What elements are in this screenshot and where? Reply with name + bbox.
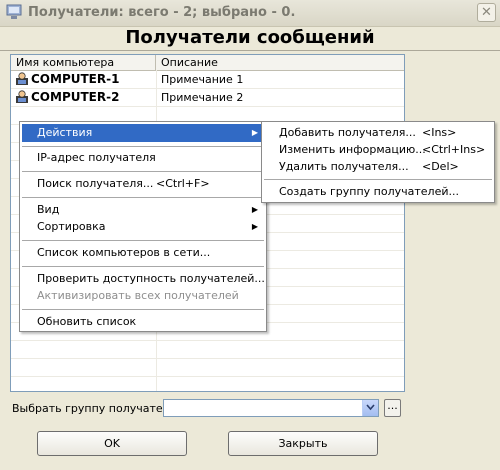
menu-item-label: IP-адрес получателя <box>37 151 156 164</box>
menu-item-actions[interactable]: Действия ▶ <box>22 124 264 142</box>
submenu-arrow-icon: ▶ <box>251 128 258 137</box>
column-header-description[interactable]: Описание <box>156 55 404 70</box>
description-cell: Примечание 2 <box>161 91 244 104</box>
menu-item-label: Проверить доступность получателей... <box>37 272 265 285</box>
column-header-computer-name[interactable]: Имя компьютера <box>11 55 156 70</box>
menu-item-view[interactable]: Вид ▶ <box>22 201 264 219</box>
close-icon: ✕ <box>481 5 492 20</box>
menu-item-label: Активизировать всех получателей <box>37 289 239 302</box>
chevron-down-icon <box>366 404 375 411</box>
submenu-arrow-icon: ▶ <box>251 205 258 214</box>
group-select-label: Выбрать группу получателей: <box>12 402 188 415</box>
menu-item-edit-info[interactable]: Изменить информацию... <Ctrl+Ins> <box>264 141 492 159</box>
grid-line <box>11 340 404 341</box>
menu-separator <box>22 266 264 267</box>
submenu-arrow-icon: ▶ <box>251 222 258 231</box>
actions-submenu: Добавить получателя... <Ins> Изменить ин… <box>261 121 495 203</box>
close-window-button[interactable]: ✕ <box>477 3 496 22</box>
list-header: Имя компьютера Описание <box>11 55 404 71</box>
context-menu: Действия ▶ IP-адрес получателя Поиск пол… <box>19 121 267 332</box>
group-select[interactable] <box>163 399 379 417</box>
title-bar: Получатели: всего - 2; выбрано - 0. ✕ <box>0 0 500 27</box>
menu-item-refresh-list[interactable]: Обновить список <box>22 313 264 331</box>
menu-item-label: Добавить получателя... <box>279 126 416 139</box>
menu-item-label: Вид <box>37 203 60 216</box>
grid-line <box>11 376 404 377</box>
app-icon <box>6 4 22 20</box>
menu-separator <box>22 197 264 198</box>
menu-item-label: Действия <box>37 126 93 139</box>
menu-item-shortcut: <Ctrl+F> <box>156 177 210 190</box>
menu-item-label: Обновить список <box>37 315 137 328</box>
menu-separator <box>22 240 264 241</box>
menu-item-network-computers[interactable]: Список компьютеров в сети... <box>22 244 264 262</box>
computer-name: COMPUTER-1 <box>31 72 120 86</box>
menu-separator <box>22 146 264 147</box>
menu-item-sort[interactable]: Сортировка ▶ <box>22 218 264 236</box>
menu-item-label: Удалить получателя... <box>279 160 409 173</box>
menu-separator <box>264 179 492 180</box>
close-button[interactable]: Закрыть <box>228 431 378 456</box>
menu-item-label: Сортировка <box>37 220 106 233</box>
menu-item-delete-recipient[interactable]: Удалить получателя... <Del> <box>264 158 492 176</box>
description-cell: Примечание 1 <box>161 73 244 86</box>
menu-item-label: Поиск получателя... <box>37 177 154 190</box>
menu-item-add-recipient[interactable]: Добавить получателя... <Ins> <box>264 124 492 142</box>
computer-name-cell: COMPUTER-1 <box>15 71 119 88</box>
menu-item-label: Список компьютеров в сети... <box>37 246 211 259</box>
table-row[interactable]: COMPUTER-2 Примечание 2 <box>11 89 404 107</box>
menu-item-activate-all: Активизировать всех получателей <box>22 287 264 305</box>
menu-separator <box>22 171 264 172</box>
menu-item-label: Изменить информацию... <box>279 143 426 156</box>
menu-item-shortcut: <Del> <box>422 160 459 173</box>
menu-item-label: Создать группу получателей... <box>279 185 459 198</box>
menu-separator <box>22 309 264 310</box>
window-title: Получатели: всего - 2; выбрано - 0. <box>28 5 296 20</box>
menu-item-find-recipient[interactable]: Поиск получателя... <Ctrl+F> <box>22 175 264 193</box>
group-dropdown-button[interactable] <box>362 400 378 416</box>
user-computer-icon <box>15 72 29 86</box>
ok-button[interactable]: OK <box>37 431 187 456</box>
menu-item-recipient-ip[interactable]: IP-адрес получателя <box>22 149 264 167</box>
grid-line <box>11 358 404 359</box>
page-title: Получатели сообщений <box>0 26 500 51</box>
menu-item-create-group[interactable]: Создать группу получателей... <box>264 183 492 201</box>
menu-item-shortcut: <Ctrl+Ins> <box>422 143 486 156</box>
menu-item-shortcut: <Ins> <box>422 126 457 139</box>
menu-item-check-availability[interactable]: Проверить доступность получателей... <box>22 270 265 288</box>
table-row[interactable]: COMPUTER-1 Примечание 1 <box>11 71 404 89</box>
browse-group-button[interactable]: ... <box>384 399 401 417</box>
computer-name: COMPUTER-2 <box>31 90 120 104</box>
computer-name-cell: COMPUTER-2 <box>15 89 119 106</box>
user-computer-icon <box>15 90 29 104</box>
